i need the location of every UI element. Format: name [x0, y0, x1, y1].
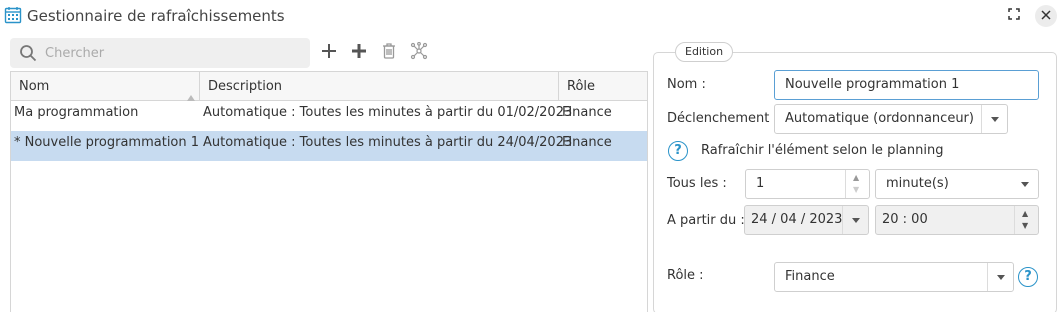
chevron-down-icon: [1012, 170, 1038, 198]
close-button[interactable]: [1035, 5, 1057, 27]
stepper-down-icon[interactable]: ▼: [853, 186, 859, 194]
column-header-role[interactable]: Rôle: [559, 72, 647, 100]
calendar-icon: [4, 6, 22, 24]
maximize-button[interactable]: [1003, 5, 1025, 27]
chevron-down-icon: [987, 263, 1013, 291]
chevron-down-icon: [981, 105, 1007, 133]
window-title: Gestionnaire de rafraîchissements: [27, 7, 285, 25]
close-icon: [1041, 9, 1051, 24]
schedules-table: Nom Description Rôle Ma programmation Au…: [10, 71, 648, 312]
interval-value: 1: [756, 176, 765, 191]
stepper-up-icon[interactable]: ▲: [1022, 210, 1028, 218]
name-input[interactable]: Nouvelle programmation 1: [774, 70, 1039, 100]
unit-select[interactable]: minute(s): [875, 169, 1039, 199]
column-header-name[interactable]: Nom: [11, 72, 200, 101]
refresh-description: Rafraîchir l'élément selon le planning: [701, 143, 944, 158]
interval-stepper[interactable]: 1 ▲ ▼: [745, 169, 870, 199]
help-icon[interactable]: ?: [1018, 267, 1038, 287]
search-icon: [19, 44, 37, 66]
table-row-selected[interactable]: * Nouvelle programmation 1 Automatique :…: [11, 131, 647, 161]
add-bold-icon: [351, 43, 367, 63]
column-header-label: Rôle: [567, 79, 596, 94]
time-value: 20 : 00: [882, 212, 928, 227]
date-picker[interactable]: 24 / 04 / 2023: [744, 205, 869, 235]
stepper-down-icon[interactable]: ▼: [1022, 222, 1028, 230]
cell-role: Finance: [562, 105, 612, 120]
column-header-label: Nom: [19, 79, 50, 94]
stepper-buttons[interactable]: ▲ ▼: [845, 170, 869, 198]
search-box: [10, 38, 310, 68]
hierarchy-icon: [410, 41, 428, 64]
dependencies-button[interactable]: [408, 41, 430, 64]
trigger-select-value: Automatique (ordonnanceur): [785, 111, 974, 126]
edition-legend: Edition: [675, 42, 734, 62]
delete-button[interactable]: [378, 42, 400, 64]
column-header-description[interactable]: Description: [200, 72, 559, 100]
unit-select-value: minute(s): [886, 176, 949, 191]
trash-icon: [382, 43, 396, 63]
role-select[interactable]: Finance: [774, 262, 1014, 292]
role-label: Rôle :: [667, 268, 704, 283]
cell-role: Finance: [562, 135, 612, 150]
expand-icon: [1008, 8, 1020, 24]
add-icon: [321, 43, 337, 63]
search-input[interactable]: [45, 42, 300, 64]
time-stepper[interactable]: 20 : 00 ▲ ▼: [875, 205, 1039, 235]
cell-name: Ma programmation: [14, 105, 139, 120]
chevron-down-icon[interactable]: [842, 206, 868, 234]
cell-description: Automatique : Toutes les minutes à parti…: [203, 105, 573, 120]
name-label: Nom :: [667, 77, 706, 92]
time-stepper-buttons[interactable]: ▲ ▼: [1014, 206, 1038, 234]
date-value: 24 / 04 / 2023: [751, 212, 843, 227]
trigger-select[interactable]: Automatique (ordonnanceur): [774, 104, 1008, 134]
from-label: A partir du :: [667, 213, 745, 228]
column-header-label: Description: [208, 79, 283, 94]
table-row[interactable]: Ma programmation Automatique : Toutes le…: [11, 101, 647, 131]
title-bar: Gestionnaire de rafraîchissements: [0, 0, 1062, 32]
cell-description: Automatique : Toutes les minutes à parti…: [203, 135, 573, 150]
stepper-up-icon[interactable]: ▲: [853, 174, 859, 182]
every-label: Tous les :: [667, 176, 727, 191]
help-icon[interactable]: ?: [668, 141, 688, 161]
add-bold-button[interactable]: [348, 42, 370, 64]
name-input-value: Nouvelle programmation 1: [785, 77, 960, 92]
role-select-value: Finance: [785, 269, 835, 284]
trigger-label: Déclenchement :: [667, 111, 778, 126]
table-header: Nom Description Rôle: [11, 72, 647, 101]
cell-name: * Nouvelle programmation 1: [14, 135, 200, 150]
add-button[interactable]: [318, 42, 340, 64]
